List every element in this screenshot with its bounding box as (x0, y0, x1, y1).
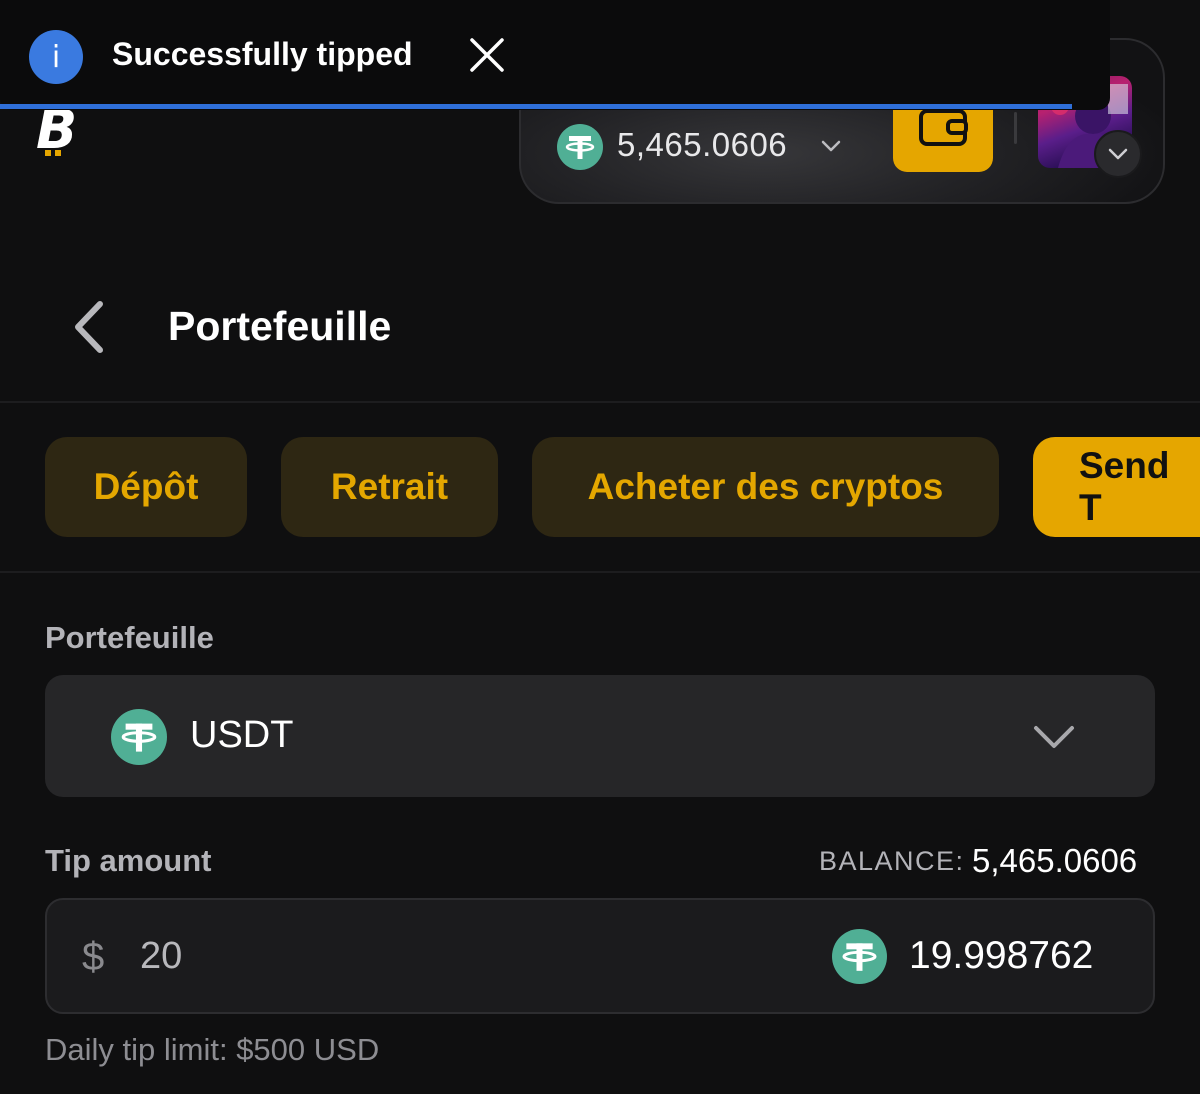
header-separator (1014, 112, 1017, 144)
tab-depot[interactable]: Dépôt (45, 437, 247, 537)
converted-amount: 19.998762 (909, 934, 1094, 977)
chevron-down-icon[interactable] (820, 138, 842, 159)
tab-acheter-cryptos[interactable]: Acheter des cryptos (532, 437, 999, 537)
divider (0, 401, 1200, 403)
bitcoin-logo[interactable]: B (34, 98, 94, 161)
tip-amount-input[interactable] (140, 928, 440, 984)
selected-currency: USDT (190, 714, 294, 756)
daily-tip-limit: Daily tip limit: $500 USD (45, 1032, 380, 1067)
info-icon: i (29, 30, 83, 84)
balance-label: BALANCE: (819, 846, 965, 876)
currency-symbol: $ (82, 935, 105, 979)
tip-amount-label: Tip amount (45, 843, 212, 878)
close-icon[interactable] (468, 36, 506, 74)
divider (0, 571, 1200, 573)
tab-retrait[interactable]: Retrait (281, 437, 498, 537)
tether-icon (832, 929, 887, 989)
chevron-down-icon[interactable] (1032, 722, 1076, 757)
chevron-left-icon[interactable] (68, 298, 112, 356)
toast-progress-bar (0, 104, 1072, 109)
header-balance: 5,465.0606 (617, 126, 788, 163)
avatar-chevron-down-icon[interactable] (1094, 130, 1142, 178)
toast-message: Successfully tipped (112, 36, 413, 72)
wallet-icon (918, 108, 970, 153)
tether-icon (557, 124, 603, 175)
tab-send-tip[interactable]: Send T (1033, 437, 1200, 537)
tether-icon (111, 709, 167, 770)
wallet-label: Portefeuille (45, 620, 214, 655)
balance-value: 5,465.0606 (972, 842, 1138, 879)
page-title: Portefeuille (168, 303, 392, 349)
